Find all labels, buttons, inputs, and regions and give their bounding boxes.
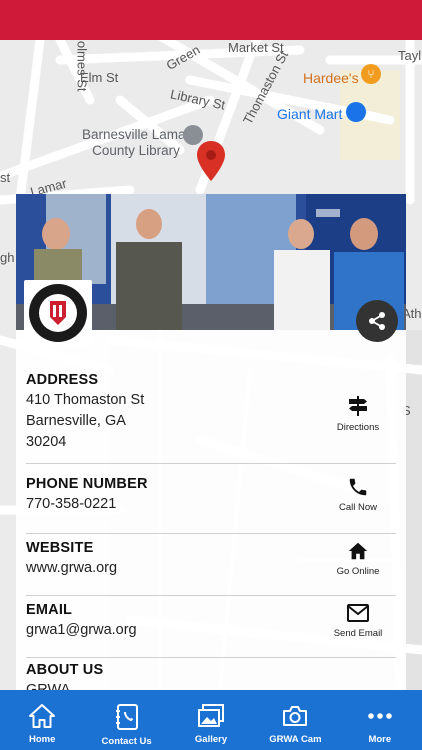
address-value: 410 Thomaston St Barnesville, GA 30204 (26, 390, 144, 453)
tab-gallery-label: Gallery (194, 734, 228, 745)
tab-grwa-cam[interactable]: GRWA Cam (253, 690, 337, 750)
mail-icon (347, 604, 369, 622)
website-title: WEBSITE (26, 540, 94, 556)
go-online-button[interactable]: Go Online (320, 540, 396, 577)
call-now-label: Call Now (338, 502, 377, 513)
map-poi-hardees[interactable]: Hardee's (303, 70, 359, 86)
share-icon (369, 312, 385, 330)
tab-home[interactable]: Home (0, 690, 84, 750)
about-title: ABOUT US (26, 662, 104, 678)
map-label-holmes-st: Holmes St (74, 40, 90, 92)
address-section: ADDRESS 410 Thomaston St Barnesville, GA… (26, 370, 396, 464)
contact-book-icon (115, 704, 138, 730)
camera-icon (283, 706, 308, 726)
restaurant-icon: ⑂ (361, 64, 381, 84)
shopping-icon (346, 102, 366, 122)
library-name-line1: Barnesville Lamar (82, 127, 191, 142)
grwa-logo-icon (29, 284, 87, 342)
map-poi-giant-mart[interactable]: Giant Mart (277, 106, 342, 122)
address-title: ADDRESS (26, 372, 99, 388)
share-button[interactable] (356, 300, 398, 342)
go-online-label: Go Online (336, 566, 380, 577)
tab-contact-us[interactable]: Contact Us (84, 690, 168, 750)
phone-section: PHONE NUMBER 770-358-0221 Call Now (26, 472, 396, 534)
organization-logo (24, 280, 92, 346)
map-label-st: st (0, 170, 11, 185)
address-line2: Barnesville, GA (26, 413, 126, 429)
library-name-line2: County Library (92, 143, 180, 158)
send-email-button[interactable]: Send Email (320, 602, 396, 639)
address-line1: 410 Thomaston St (26, 392, 145, 408)
phone-title: PHONE NUMBER (26, 476, 148, 492)
signpost-icon (349, 396, 367, 416)
tab-gallery[interactable]: Gallery (169, 690, 253, 750)
email-section: EMAIL grwa1@grwa.org Send Email (26, 596, 396, 658)
tab-contact-us-label: Contact Us (101, 736, 152, 747)
call-now-button[interactable]: Call Now (320, 476, 396, 513)
gallery-icon (198, 704, 225, 727)
directions-label: Directions (336, 422, 380, 433)
map-label-tayl: Tayl (398, 48, 422, 63)
about-section: ABOUT US GRWA (26, 658, 396, 690)
tab-more-label: More (368, 734, 392, 745)
phone-icon (349, 478, 367, 496)
email-value[interactable]: grwa1@grwa.org (26, 620, 137, 641)
bottom-tab-bar: Home Contact Us Gallery GRWA Cam More (0, 690, 422, 750)
website-value[interactable]: www.grwa.org (26, 558, 117, 579)
status-bar (0, 0, 422, 40)
website-section: WEBSITE www.grwa.org Go Online (26, 534, 396, 596)
directions-button[interactable]: Directions (320, 394, 396, 433)
location-card: ADDRESS 410 Thomaston St Barnesville, GA… (16, 194, 406, 690)
home-icon (29, 704, 56, 728)
tab-home-label: Home (29, 734, 56, 745)
more-dots-icon (368, 713, 392, 719)
phone-value: 770-358-0221 (26, 496, 117, 512)
address-line3: 30204 (26, 434, 67, 450)
about-value: GRWA (26, 682, 71, 690)
map-pin-icon[interactable] (196, 140, 226, 182)
map-poi-library[interactable]: Barnesville Lamar County Library (82, 127, 190, 159)
map-label-gh: gh (0, 250, 15, 265)
home-icon (348, 542, 368, 560)
send-email-label: Send Email (333, 628, 383, 639)
tab-more[interactable]: More (338, 690, 422, 750)
email-title: EMAIL (26, 602, 73, 618)
tab-grwa-cam-label: GRWA Cam (269, 734, 322, 745)
